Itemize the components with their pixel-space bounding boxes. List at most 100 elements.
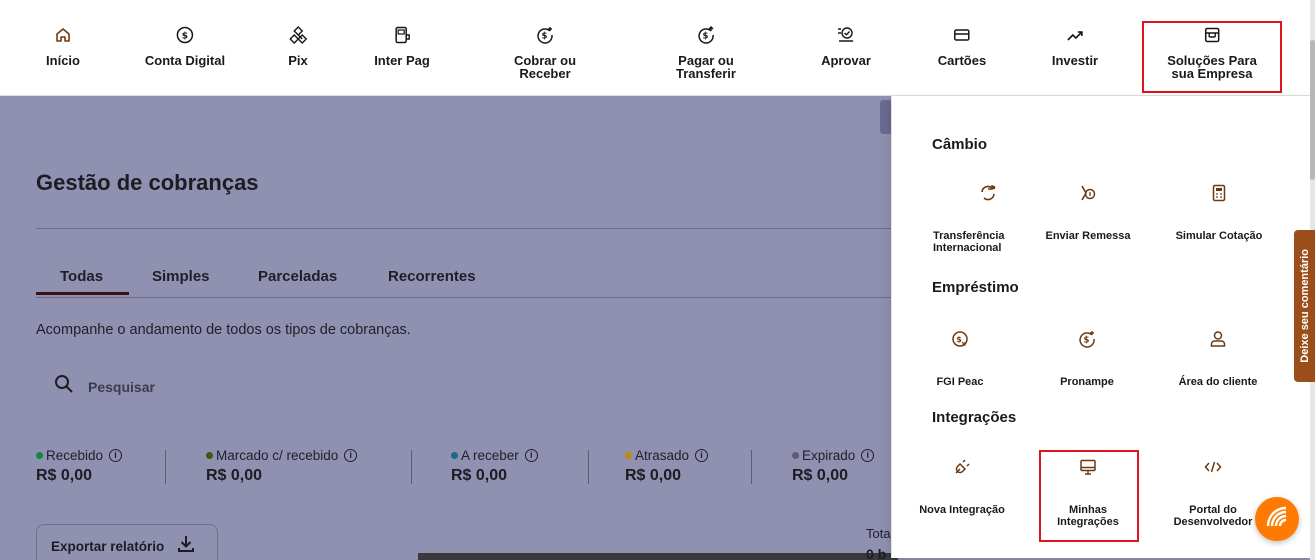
download-icon (176, 534, 196, 559)
code-icon (1148, 458, 1278, 476)
info-icon[interactable]: i (695, 449, 709, 462)
svg-text:$: $ (1084, 336, 1090, 346)
loading-bar (418, 553, 898, 560)
menu-item-enviar-remessa[interactable]: Enviar Remessa (1023, 184, 1153, 242)
feedback-tab[interactable]: Deixe seu comentário (1294, 230, 1315, 382)
feedback-label: Deixe seu comentário (1299, 249, 1311, 363)
pos-terminal-icon (393, 26, 411, 44)
info-icon[interactable]: i (344, 449, 358, 462)
section-title-emprestimo: Empréstimo (932, 279, 1019, 296)
stat-label: Atrasado (635, 448, 690, 463)
search-input[interactable]: Pesquisar (54, 374, 155, 399)
status-dot (451, 452, 458, 459)
calculator-icon (1154, 184, 1284, 202)
dollar-circle-icon: $ (176, 26, 194, 44)
send-remittance-icon (1023, 184, 1153, 202)
menu-item-label: Pronampe (1060, 376, 1114, 388)
menu-item-label: FGI Peac (936, 376, 984, 388)
stat-label: Recebido (46, 448, 104, 463)
receive-money-icon: $ (536, 26, 554, 44)
export-label: Exportar relatório (51, 538, 165, 554)
stat-label: Expirado (802, 448, 856, 463)
menu-item-nova-integracao[interactable]: Nova Integração (897, 458, 1027, 516)
approve-icon (837, 26, 855, 44)
user-icon (1153, 330, 1283, 348)
menu-item-pronampe[interactable]: $ Pronampe (1022, 330, 1152, 388)
nav-item-pix[interactable]: Pix (288, 26, 308, 67)
menu-item-fgi-peac[interactable]: $ FGI Peac (895, 330, 1025, 388)
top-navigation: Início $ Conta Digital Pix Inter Pag $ C… (0, 0, 1310, 96)
loan-coin-icon: $ (895, 330, 1025, 348)
info-icon[interactable]: i (109, 449, 123, 462)
send-money-icon: $ (697, 26, 715, 44)
card-icon (953, 26, 971, 44)
section-title-integracoes: Integrações (932, 409, 1017, 426)
stat-atrasado: Atrasado i R$ 0,00 (625, 448, 709, 485)
stat-recebido: Recebido i R$ 0,00 (36, 448, 123, 485)
nav-item-cartoes[interactable]: Cartões (938, 26, 986, 67)
nav-highlight-box (1142, 21, 1282, 93)
page-title: Gestão de cobranças (36, 170, 259, 195)
stat-value: R$ 0,00 (451, 467, 508, 484)
scrollbar-thumb[interactable] (1310, 40, 1315, 180)
stat-marcado-recebido: Marcado c/ recebido i R$ 0,00 (206, 448, 358, 485)
coin-plus-icon: $ (1022, 330, 1152, 348)
nav-label: Cobrar ou Receber (513, 53, 577, 81)
nav-item-conta-digital[interactable]: $ Conta Digital (145, 26, 225, 67)
nav-label: Cartões (937, 53, 987, 68)
nav-label: Início (46, 53, 80, 68)
svg-text:$: $ (542, 32, 548, 42)
stat-value: R$ 0,00 (36, 467, 93, 484)
chat-assistant-button[interactable] (1255, 497, 1299, 541)
plug-icon (897, 458, 1027, 476)
nav-item-inicio[interactable]: Início (46, 26, 80, 67)
svg-text:$: $ (703, 32, 709, 42)
svg-text:$: $ (956, 335, 962, 344)
nav-label: Conta Digital (144, 53, 226, 68)
tab-active-indicator (36, 292, 129, 295)
total-label: Tota (866, 526, 891, 541)
svg-text:$: $ (182, 32, 188, 42)
menu-item-label: Enviar Remessa (1045, 230, 1131, 242)
tab-bar: Todas Simples Parceladas Recorrentes (36, 268, 896, 298)
export-report-button[interactable]: Exportar relatório (36, 524, 218, 560)
status-dot (792, 452, 799, 459)
status-dot (206, 452, 213, 459)
menu-item-label: Nova Integração (919, 504, 1005, 516)
menu-item-label: Área do cliente (1178, 376, 1258, 388)
page-description: Acompanhe o andamento de todos os tipos … (36, 322, 411, 338)
stat-separator (165, 450, 166, 484)
stat-separator (411, 450, 412, 484)
tab-simples[interactable]: Simples (152, 268, 210, 285)
total-value: 0 b (866, 546, 887, 560)
info-icon[interactable]: i (861, 449, 875, 462)
stat-separator (751, 450, 752, 484)
nav-item-aprovar[interactable]: Aprovar (821, 26, 871, 67)
info-icon[interactable]: i (524, 449, 538, 462)
search-placeholder: Pesquisar (88, 378, 155, 395)
nav-label: Aprovar (821, 53, 871, 68)
stat-value: R$ 0,00 (206, 467, 263, 484)
solutions-dropdown: Câmbio Transferência Internacional Envia… (891, 96, 1310, 558)
menu-item-label: Simular Cotação (1175, 230, 1263, 242)
nav-item-cobrar-receber[interactable]: $ Cobrar ou Receber (514, 26, 576, 80)
tab-todas[interactable]: Todas (60, 268, 103, 285)
nav-item-pagar-transferir[interactable]: $ Pagar ou Transferir (676, 26, 736, 80)
tab-recorrentes[interactable]: Recorrentes (388, 268, 476, 285)
stat-value: R$ 0,00 (625, 467, 682, 484)
stat-a-receber: A receber i R$ 0,00 (451, 448, 538, 485)
nav-item-inter-pag[interactable]: Inter Pag (374, 26, 430, 67)
item-highlight-box (1039, 450, 1139, 542)
nav-label: Investir (1051, 53, 1099, 68)
home-icon (54, 26, 72, 44)
nav-label: Pagar ou Transferir (676, 53, 736, 81)
stat-value: R$ 0,00 (792, 467, 849, 484)
tab-parceladas[interactable]: Parceladas (258, 268, 337, 285)
menu-item-area-cliente[interactable]: Área do cliente (1153, 330, 1283, 388)
nav-item-investir[interactable]: Investir (1052, 26, 1098, 67)
menu-item-simular-cotacao[interactable]: Simular Cotação (1154, 184, 1284, 242)
status-dot (36, 452, 43, 459)
status-dot (625, 452, 632, 459)
nav-label: Pix (288, 53, 308, 68)
nav-label: Inter Pag (374, 53, 430, 68)
